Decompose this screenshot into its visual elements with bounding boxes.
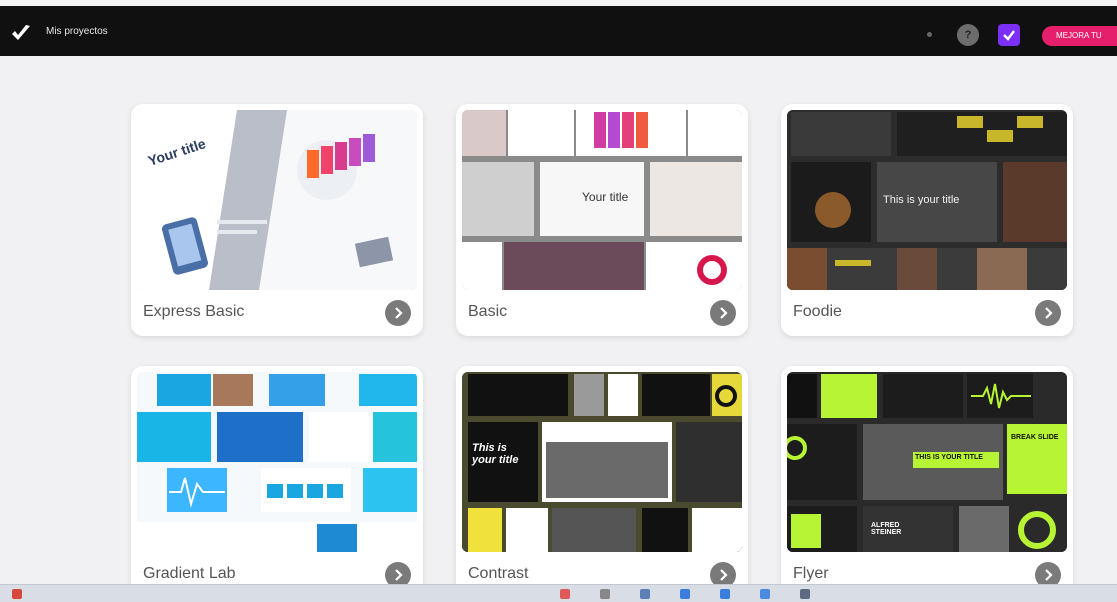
premium-badge-icon[interactable]	[998, 24, 1020, 46]
taskbar-app-icon[interactable]	[680, 589, 690, 599]
checkmark-logo-icon[interactable]	[10, 22, 32, 44]
open-template-button[interactable]	[710, 300, 736, 326]
template-card-foodie[interactable]: This is your title Foodie	[781, 104, 1073, 336]
template-name: Flyer	[793, 565, 829, 582]
chevron-right-icon	[1045, 307, 1053, 319]
thumbnail-title: THIS IS YOUR TITLE	[915, 454, 983, 461]
taskbar	[0, 584, 1117, 602]
template-card-express-basic[interactable]: Your title Express Basic	[131, 104, 423, 336]
taskbar-app-icon[interactable]	[720, 589, 730, 599]
thumbnail-title: Your title	[582, 190, 629, 204]
template-name: Contrast	[468, 565, 529, 582]
open-template-button[interactable]	[1035, 300, 1061, 326]
help-button[interactable]: ?	[957, 24, 979, 46]
template-card-flyer[interactable]: THIS IS YOUR TITLE BREAK SLIDE ALFRED ST…	[781, 366, 1073, 598]
taskbar-app-icon[interactable]	[560, 589, 570, 599]
template-thumbnail: This is your title	[462, 372, 742, 552]
template-thumbnail: Your title	[137, 110, 417, 290]
my-projects-link[interactable]: Mis proyectos	[46, 26, 108, 37]
template-name: Foodie	[793, 303, 842, 320]
template-name: Basic	[468, 303, 508, 320]
template-thumbnail	[137, 372, 417, 552]
thumbnail-title: This is your title	[472, 442, 519, 466]
taskbar-app-icon[interactable]	[12, 589, 22, 599]
template-card-basic[interactable]: Your title Basic	[456, 104, 748, 336]
thumbnail-title: This is your title	[883, 194, 960, 206]
taskbar-app-icon[interactable]	[640, 589, 650, 599]
template-card-contrast[interactable]: This is your title Contrast	[456, 366, 748, 598]
template-name: Gradient Lab	[143, 565, 236, 582]
upgrade-button[interactable]: MEJORA TU	[1042, 26, 1117, 46]
template-thumbnail: THIS IS YOUR TITLE BREAK SLIDE ALFRED ST…	[787, 372, 1067, 552]
chevron-right-icon	[720, 307, 728, 319]
template-thumbnail: Your title	[462, 110, 742, 290]
taskbar-app-icon[interactable]	[760, 589, 770, 599]
thumbnail-person: ALFRED STEINER	[871, 522, 902, 536]
thumbnail-break-slide: BREAK SLIDE	[1011, 434, 1059, 441]
taskbar-app-icon[interactable]	[600, 589, 610, 599]
template-name: Express Basic	[143, 303, 245, 320]
status-dot-icon	[927, 32, 932, 37]
top-bar: Mis proyectos ? MEJORA TU	[0, 0, 1117, 56]
chevron-right-icon	[395, 307, 403, 319]
taskbar-app-icon[interactable]	[800, 589, 810, 599]
template-card-gradient-lab[interactable]: Gradient Lab	[131, 366, 423, 598]
open-template-button[interactable]	[385, 300, 411, 326]
template-thumbnail: This is your title	[787, 110, 1067, 290]
